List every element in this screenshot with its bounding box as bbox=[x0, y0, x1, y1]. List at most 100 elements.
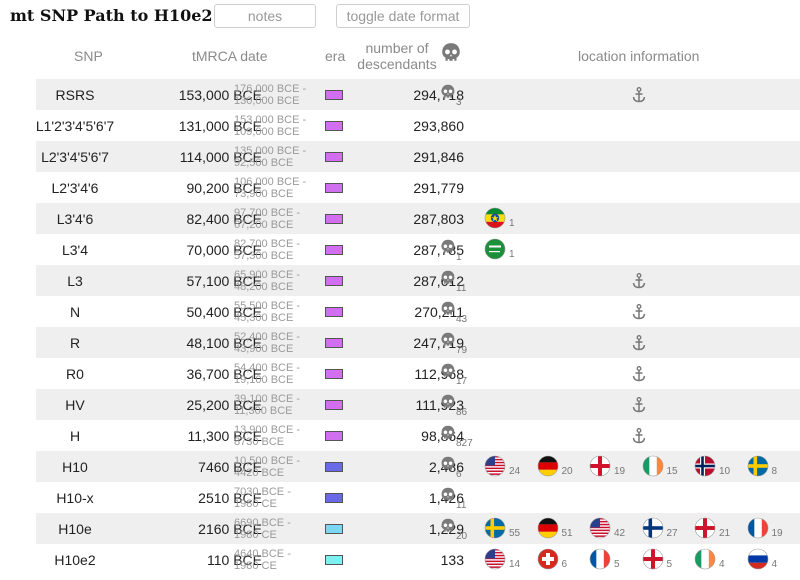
snp-name[interactable]: L3 bbox=[36, 265, 114, 296]
country-flag-usa[interactable]: 14 bbox=[484, 544, 544, 575]
tmrca-range-start: 97,700 BCE - bbox=[234, 206, 301, 219]
anchor-icon[interactable] bbox=[629, 79, 649, 110]
snp-name[interactable]: L2'3'4'6 bbox=[36, 172, 114, 203]
country-flag-germany[interactable]: 51 bbox=[537, 513, 597, 544]
snp-name[interactable]: H10 bbox=[36, 451, 114, 482]
country-flag-sweden[interactable]: 8 bbox=[747, 451, 800, 482]
table-row: HV 25,200 BCE 39,100 BCE -11,300 BCE 111,92… bbox=[36, 389, 800, 420]
country-flag-ireland[interactable]: 4 bbox=[694, 544, 754, 575]
era-cell bbox=[325, 327, 345, 358]
table-row: L3 57,100 BCE 65,900 BCE -48,200 BCE 287,61… bbox=[36, 265, 800, 296]
era-cell bbox=[325, 389, 345, 420]
era-cell bbox=[325, 544, 345, 575]
table-row: R 48,100 BCE 52,400 BCE -43,900 BCE 247,719… bbox=[36, 327, 800, 358]
snp-name[interactable]: HV bbox=[36, 389, 114, 420]
top-bar: mt SNP Path to H10e2 notes toggle date f… bbox=[0, 0, 800, 32]
country-flag-england[interactable]: 5 bbox=[642, 544, 702, 575]
column-header-descendants: number of descendants bbox=[352, 40, 442, 72]
ancient-sample-cell[interactable]: 3 bbox=[440, 79, 476, 110]
snp-name[interactable]: L3'4'6 bbox=[36, 203, 114, 234]
descendant-count: 291,779 bbox=[413, 179, 464, 196]
country-flag-ireland[interactable]: 15 bbox=[642, 451, 702, 482]
anchor-icon[interactable] bbox=[629, 296, 649, 327]
ancient-sample-count: 3 bbox=[456, 97, 462, 108]
snp-name[interactable]: H bbox=[36, 420, 114, 451]
ancient-sample-cell[interactable]: 43 bbox=[440, 296, 476, 327]
era-swatch bbox=[325, 275, 343, 286]
country-flag-usa[interactable]: 24 bbox=[484, 451, 544, 482]
tmrca-range-end: 45,300 BCE bbox=[234, 311, 294, 324]
flag-count: 4 bbox=[771, 559, 778, 570]
snp-name[interactable]: L1'2'3'4'5'6'7 bbox=[36, 110, 114, 141]
tmrca-range-start: 13,900 BCE - bbox=[234, 423, 301, 436]
country-flag-russia[interactable]: 4 bbox=[747, 544, 800, 575]
country-flag-germany[interactable]: 20 bbox=[537, 451, 597, 482]
flag-count: 4 bbox=[719, 559, 725, 570]
tmrca-range-end: 19,100 BCE bbox=[234, 373, 294, 386]
descendant-count: 293,860 bbox=[413, 117, 464, 134]
country-flags: 24 20 19 15 10 8 bbox=[484, 451, 800, 482]
snp-name[interactable]: H10e bbox=[36, 513, 114, 544]
era-swatch bbox=[325, 461, 343, 472]
ancient-sample-cell[interactable]: 20 bbox=[440, 513, 476, 544]
snp-name[interactable]: L2'3'4'5'6'7 bbox=[36, 141, 114, 172]
snp-name[interactable]: R bbox=[36, 327, 114, 358]
tmrca-range-start: 55,500 BCE - bbox=[234, 299, 301, 312]
snp-name[interactable]: H10e2 bbox=[36, 544, 114, 575]
tmrca-range-start: 54,400 BCE - bbox=[234, 361, 301, 374]
era-swatch bbox=[325, 368, 343, 379]
era-swatch bbox=[325, 492, 343, 503]
snp-name[interactable]: N bbox=[36, 296, 114, 327]
anchor-icon[interactable] bbox=[629, 358, 649, 389]
table-row: L3'4 70,000 BCE 82,700 BCE -57,300 BCE 287,… bbox=[36, 234, 800, 265]
table-row: H 11,300 BCE 13,900 BCE -8730 BCE 98,864 827 bbox=[36, 420, 800, 451]
flag-count: 42 bbox=[614, 528, 626, 539]
tmrca-range-end: 11,300 BCE bbox=[234, 404, 293, 417]
ancient-sample-cell[interactable]: 79 bbox=[440, 327, 476, 358]
anchor-icon[interactable] bbox=[629, 265, 649, 296]
tmrca-range: 82,700 BCE -57,300 BCE bbox=[234, 234, 334, 265]
ancient-sample-cell[interactable]: 1 bbox=[440, 234, 476, 265]
country-flag-england[interactable]: 21 bbox=[694, 513, 754, 544]
table-row: H10e2160 BCE6690 BCE -1980 CE1,229205551… bbox=[36, 513, 800, 544]
snp-name[interactable]: R0 bbox=[36, 358, 114, 389]
snp-table: RSRS 153,000 BCE 176,000 BCE -130,000 BCE 2… bbox=[36, 79, 800, 575]
era-swatch bbox=[325, 337, 343, 348]
era-cell bbox=[325, 141, 345, 172]
tmrca-range-end: 4420 BCE bbox=[234, 466, 285, 479]
era-cell bbox=[325, 203, 345, 234]
toggle-date-format-button[interactable]: toggle date format bbox=[336, 4, 470, 28]
ancient-sample-count: 17 bbox=[456, 376, 468, 387]
country-flag-france[interactable]: 19 bbox=[747, 513, 800, 544]
ancient-sample-cell[interactable]: 11 bbox=[440, 482, 476, 513]
snp-name[interactable]: H10-x bbox=[36, 482, 114, 513]
country-flag-finland[interactable]: 27 bbox=[642, 513, 702, 544]
country-flag-sweden[interactable]: 55 bbox=[484, 513, 544, 544]
anchor-icon[interactable] bbox=[629, 420, 649, 451]
table-row: L2'3'4'5'6'7 114,000 BCE 135,000 BCE -92,5… bbox=[36, 141, 800, 172]
tmrca-range: 153,000 BCE -109,000 BCE bbox=[234, 110, 334, 141]
snp-name[interactable]: L3'4 bbox=[36, 234, 114, 265]
ancient-sample-cell[interactable]: 6 bbox=[440, 451, 476, 482]
country-flag-switzerland[interactable]: 6 bbox=[537, 544, 597, 575]
ancient-sample-count: 20 bbox=[456, 531, 468, 542]
snp-name[interactable]: RSRS bbox=[36, 79, 114, 110]
country-flag-norway[interactable]: 10 bbox=[694, 451, 754, 482]
country-flag-usa[interactable]: 42 bbox=[589, 513, 649, 544]
country-flag-saudi-arabia[interactable]: 1 bbox=[484, 234, 544, 265]
ancient-sample-cell[interactable]: 17 bbox=[440, 358, 476, 389]
ancient-sample-cell[interactable]: 827 bbox=[440, 420, 476, 451]
country-flag-france[interactable]: 5 bbox=[589, 544, 649, 575]
ancient-sample-cell[interactable]: 86 bbox=[440, 389, 476, 420]
flag-count: 27 bbox=[666, 528, 678, 539]
country-flags: 1 bbox=[484, 234, 800, 265]
ancient-sample-cell[interactable]: 11 bbox=[440, 265, 476, 296]
anchor-icon[interactable] bbox=[629, 327, 649, 358]
country-flag-england[interactable]: 19 bbox=[589, 451, 649, 482]
anchor-icon[interactable] bbox=[629, 389, 649, 420]
tmrca-range-start: 106,000 BCE - bbox=[234, 175, 307, 188]
notes-button[interactable]: notes bbox=[214, 4, 316, 28]
country-flag-ethiopia[interactable]: 1 bbox=[484, 203, 544, 234]
tmrca-range: 97,700 BCE -67,200 BCE bbox=[234, 203, 334, 234]
tmrca-range-start: 39,100 BCE - bbox=[234, 392, 301, 405]
